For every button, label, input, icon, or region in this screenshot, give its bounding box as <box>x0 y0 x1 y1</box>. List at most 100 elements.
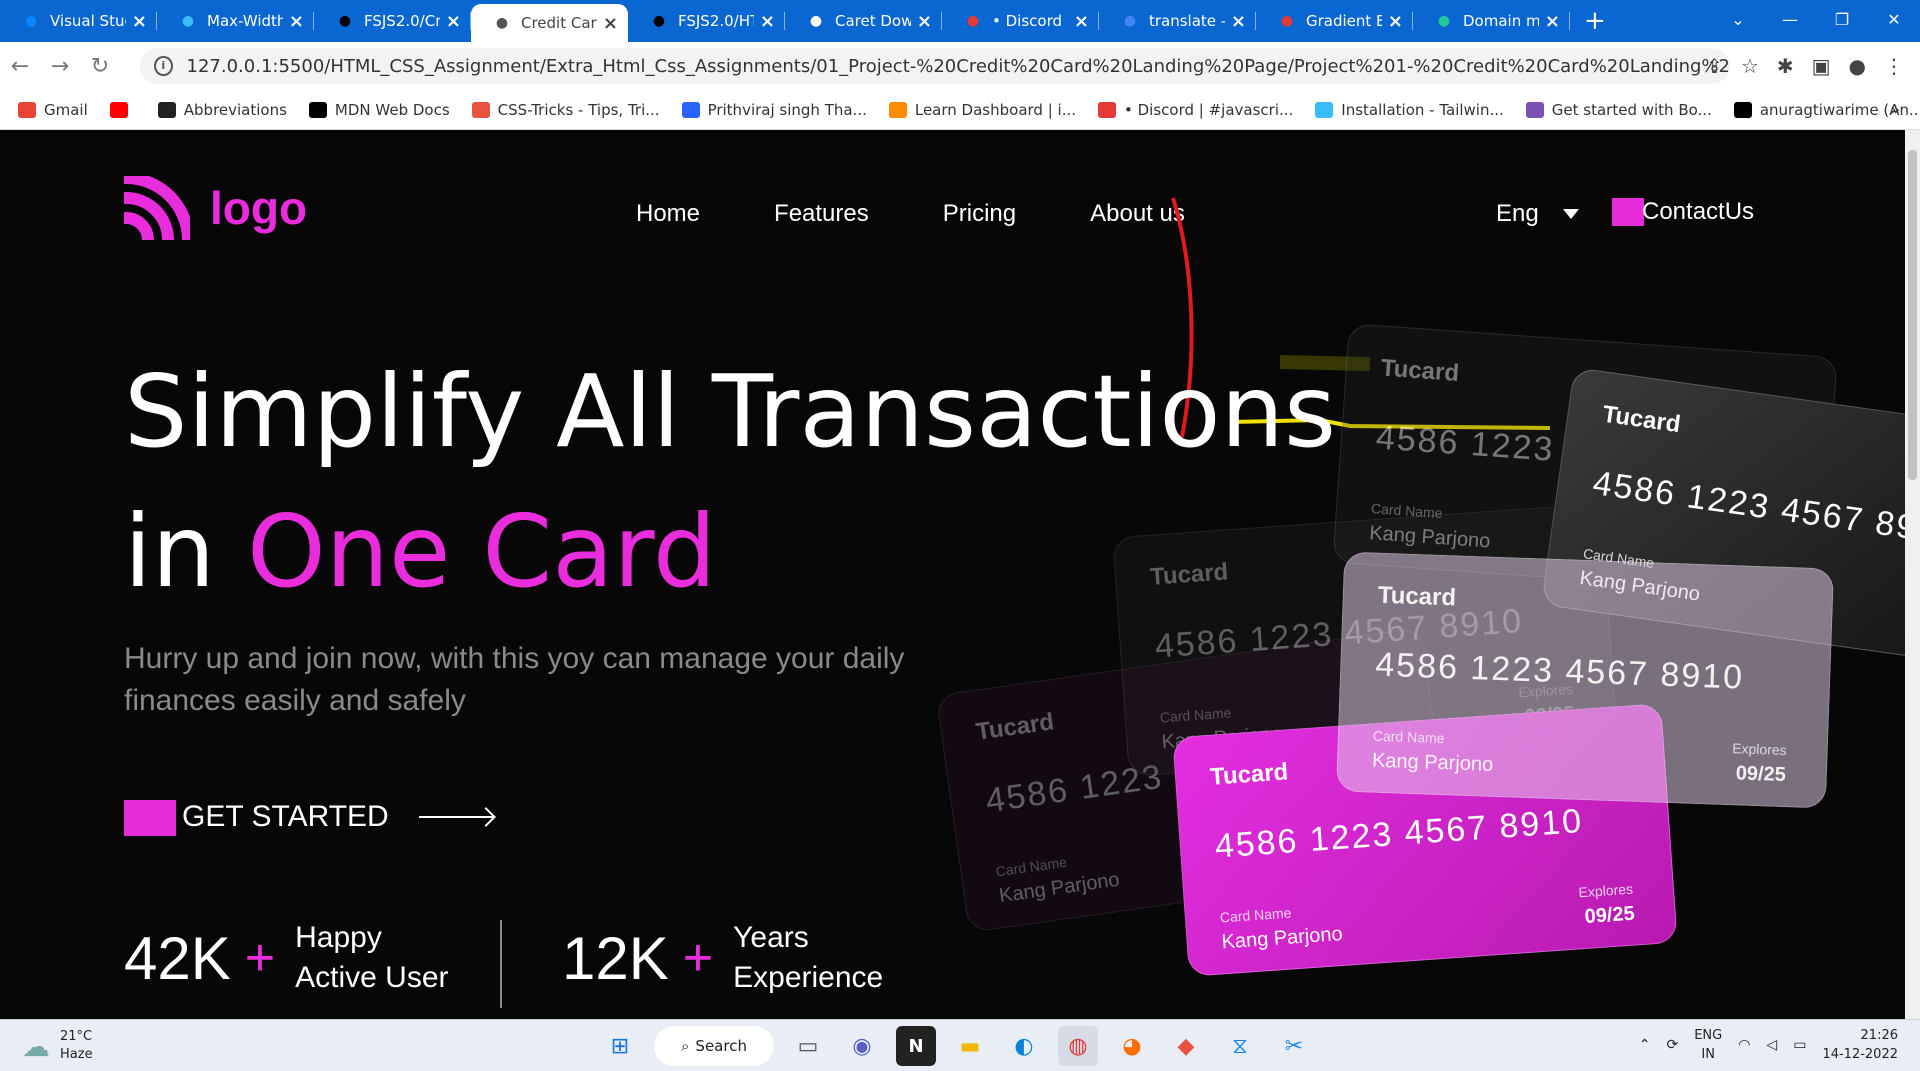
wifi-icon[interactable]: ◠ <box>1738 1037 1750 1053</box>
card-brand: Tucard <box>1209 758 1290 791</box>
close-tab-icon[interactable]: × <box>917 11 932 32</box>
taskbar-search[interactable]: ⌕ Search <box>654 1026 774 1066</box>
close-tab-icon[interactable]: × <box>1074 11 1089 32</box>
browser-tab[interactable]: ● FSJS2.0/Cre × <box>314 0 471 42</box>
card-brand: Tucard <box>1149 558 1230 591</box>
back-icon[interactable]: ← <box>0 54 40 79</box>
profile-avatar[interactable]: ● <box>1849 54 1866 78</box>
stat-label-line2: Experience <box>733 961 884 994</box>
volume-icon[interactable]: ◁ <box>1766 1037 1777 1053</box>
bookmark-item[interactable]: Gmail <box>18 101 88 119</box>
clock[interactable]: 21:26 14-12-2022 <box>1822 1026 1898 1064</box>
card-exp-value: 09/25 <box>1583 902 1636 929</box>
vscode-icon[interactable]: ⧖ <box>1220 1026 1260 1066</box>
tab-title: Visual Studi <box>50 12 126 30</box>
snipping-tool-icon[interactable]: ✂ <box>1274 1026 1314 1066</box>
bookmark-item[interactable]: Abbreviations <box>157 101 287 119</box>
bootstrap-icon <box>1525 101 1544 118</box>
page-scrollbar[interactable] <box>1905 130 1920 1019</box>
browser-tab[interactable]: ● translate - × <box>1099 0 1256 42</box>
bookmark-item[interactable] <box>109 101 136 118</box>
git-icon[interactable]: ◆ <box>1166 1026 1206 1066</box>
stat-label-line1: Happy <box>295 921 382 954</box>
start-windows-icon[interactable]: ⊞ <box>600 1026 640 1066</box>
extensions-icon[interactable]: ✱ <box>1777 54 1794 78</box>
forward-icon[interactable]: → <box>40 54 80 79</box>
bookmark-label: Installation - Tailwin... <box>1341 100 1504 119</box>
new-tab-button[interactable]: + <box>1584 6 1606 36</box>
edge-icon[interactable]: ◐ <box>1004 1026 1044 1066</box>
sync-icon[interactable]: ⟳ <box>1666 1037 1678 1053</box>
bookmark-item[interactable]: MDN Web Docs <box>308 101 450 119</box>
close-tab-icon[interactable]: × <box>1231 11 1246 32</box>
input-language[interactable]: ENG IN <box>1694 1026 1722 1064</box>
firefox-icon[interactable]: ◕ <box>1112 1026 1152 1066</box>
youtube-icon <box>109 101 128 118</box>
system-tray: ⌃ ⟳ ENG IN ◠ ◁ ▭ 21:26 14-12-2022 <box>1639 1026 1898 1064</box>
weather-widget[interactable]: ☁ 21°C Haze <box>22 1028 93 1064</box>
task-view-icon[interactable]: ▭ <box>788 1026 828 1066</box>
nav-home[interactable]: Home <box>636 200 700 228</box>
stat-label-line2: Active User <box>295 961 449 994</box>
browser-tab[interactable]: ● Caret Down × <box>785 0 942 42</box>
browser-tab[interactable]: ● • Discord | × <box>942 0 1099 42</box>
bookmark-item[interactable]: Get started with Bo... <box>1525 101 1712 119</box>
bookmark-item[interactable]: • Discord | #javascri... <box>1098 101 1293 119</box>
bookmark-item[interactable]: CSS-Tricks - Tips, Tri... <box>471 101 660 119</box>
battery-icon[interactable]: ▭ <box>1793 1037 1806 1053</box>
scrollbar-thumb[interactable] <box>1908 150 1917 480</box>
browser-tab[interactable]: ● Domain ma × <box>1413 0 1570 42</box>
share-icon[interactable]: ⇪ <box>1706 54 1723 78</box>
stat-label: Happy Active User <box>295 918 448 998</box>
bookmark-label: Learn Dashboard | i... <box>914 100 1076 119</box>
bookmark-item[interactable]: Prithviraj singh Tha... <box>681 101 867 119</box>
asterisk-icon: ● <box>1280 13 1294 29</box>
css-tricks-icon <box>471 101 490 118</box>
browser-tab[interactable]: ● Max-Width × <box>157 0 314 42</box>
close-tab-icon[interactable]: × <box>603 13 618 34</box>
minimize-icon[interactable]: — <box>1764 0 1816 42</box>
bookmark-item[interactable]: Installation - Tailwin... <box>1315 100 1504 119</box>
bookmark-star-icon[interactable]: ☆ <box>1741 54 1759 78</box>
side-panel-icon[interactable]: ▣ <box>1812 54 1831 78</box>
flag-icon: ● <box>809 13 823 29</box>
bookmark-item[interactable]: Learn Dashboard | i... <box>888 100 1076 119</box>
restore-icon[interactable]: ❐ <box>1816 0 1868 42</box>
nav-pricing[interactable]: Pricing <box>943 200 1016 228</box>
close-tab-icon[interactable]: × <box>446 11 461 32</box>
browser-tab[interactable]: ● FSJS2.0/HTI × <box>628 0 785 42</box>
tab-title: Domain ma <box>1463 12 1539 30</box>
diamond-icon <box>681 101 700 118</box>
headline-highlight: One Card <box>246 493 717 610</box>
close-tab-icon[interactable]: × <box>132 11 147 32</box>
card-exp-label: Explores <box>1731 740 1787 759</box>
contact-button[interactable]: ContactUs <box>1612 198 1754 226</box>
reload-icon[interactable]: ↻ <box>80 54 120 79</box>
url-bar[interactable]: i 127.0.0.1:5500/HTML_CSS_Assignment/Ext… <box>140 48 1730 84</box>
close-tab-icon[interactable]: × <box>1545 11 1560 32</box>
card-name-label: Card Name <box>1370 500 1444 522</box>
menu-icon[interactable]: ⋮ <box>1884 54 1904 78</box>
browser-tab[interactable]: ● Gradient Bo × <box>1256 0 1413 42</box>
site-logo[interactable]: logo <box>119 171 307 247</box>
browser-tab[interactable]: ● Visual Studi × <box>0 0 157 42</box>
file-explorer-icon[interactable]: ▬ <box>950 1026 990 1066</box>
get-started-button[interactable]: GET STARTED <box>124 800 493 836</box>
site-info-icon[interactable]: i <box>154 56 173 76</box>
close-tab-icon[interactable]: × <box>760 11 775 32</box>
tab-search-icon[interactable]: ⌄ <box>1712 0 1764 42</box>
notion-icon[interactable]: N <box>896 1026 936 1066</box>
chevron-up-icon[interactable]: ⌃ <box>1639 1037 1651 1053</box>
teams-chat-icon[interactable]: ◉ <box>842 1026 882 1066</box>
close-window-icon[interactable]: ✕ <box>1868 0 1920 42</box>
more-bookmarks-icon[interactable]: » <box>1890 100 1900 119</box>
bookmarks-bar: Gmail Abbreviations MDN Web Docs CSS-Tricks… <box>0 90 1920 130</box>
cta-label: GET STARTED <box>182 800 389 833</box>
close-tab-icon[interactable]: × <box>1388 11 1403 32</box>
card-brand: Tucard <box>1379 354 1460 387</box>
browser-tab[interactable]: ● Credit Card × <box>471 4 628 42</box>
close-tab-icon[interactable]: × <box>289 11 304 32</box>
haze-weather-icon: ☁ <box>22 1029 50 1063</box>
nav-features[interactable]: Features <box>774 200 869 228</box>
chrome-icon[interactable]: ◍ <box>1058 1026 1098 1066</box>
